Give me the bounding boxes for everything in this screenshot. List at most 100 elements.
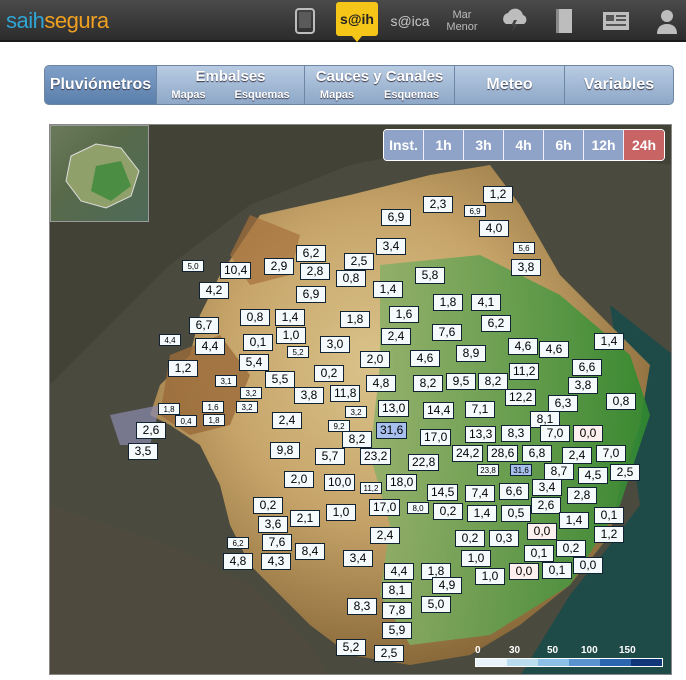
brand-logo[interactable]: saihsegura xyxy=(6,8,109,34)
station-value[interactable]: 3,5 xyxy=(128,443,158,460)
period-1h[interactable]: 1h xyxy=(424,130,464,160)
station-value[interactable]: 0,1 xyxy=(594,507,624,524)
station-value[interactable]: 2,1 xyxy=(290,510,320,527)
station-value[interactable]: 12,2 xyxy=(505,389,537,406)
station-value[interactable]: 5,7 xyxy=(315,448,345,465)
tab-pluviometros[interactable]: Pluviómetros xyxy=(45,66,157,104)
station-value[interactable]: 14,4 xyxy=(423,402,455,419)
station-value[interactable]: 6,2 xyxy=(227,537,249,549)
book-icon[interactable] xyxy=(552,4,576,38)
station-value[interactable]: 2,4 xyxy=(381,328,411,345)
station-value[interactable]: 2,0 xyxy=(360,351,390,368)
station-value[interactable]: 0,0 xyxy=(509,563,539,580)
station-value[interactable]: 4,1 xyxy=(471,294,501,311)
station-value[interactable]: 4,6 xyxy=(410,350,440,367)
station-value[interactable]: 4,6 xyxy=(539,341,569,358)
station-value[interactable]: 0,8 xyxy=(606,393,636,410)
station-value[interactable]: 0,2 xyxy=(314,365,344,382)
station-value[interactable]: 7,4 xyxy=(465,485,495,502)
station-value[interactable]: 4,6 xyxy=(508,338,538,355)
station-value[interactable]: 8,1 xyxy=(382,582,412,599)
station-value[interactable]: 8,2 xyxy=(342,431,372,448)
station-value[interactable]: 2,8 xyxy=(567,487,597,504)
station-value[interactable]: 0,2 xyxy=(455,530,485,547)
station-value[interactable]: 3,6 xyxy=(258,516,288,533)
station-value[interactable]: 3,0 xyxy=(320,336,350,353)
station-value[interactable]: 3,2 xyxy=(236,401,258,413)
station-value[interactable]: 7,1 xyxy=(465,401,495,418)
station-value[interactable]: 31,6 xyxy=(376,422,408,439)
station-value[interactable]: 5,8 xyxy=(415,267,445,284)
station-value[interactable]: 6,2 xyxy=(481,315,511,332)
station-value[interactable]: 8,0 xyxy=(407,502,429,514)
station-value[interactable]: 1,4 xyxy=(594,333,624,350)
station-value[interactable]: 3,2 xyxy=(345,406,367,418)
station-value[interactable]: 8,3 xyxy=(347,598,377,615)
station-value[interactable]: 8,2 xyxy=(413,375,443,392)
station-value[interactable]: 9,8 xyxy=(270,442,300,459)
rainfall-map[interactable]: Inst. 1h 3h 4h 6h 12h 24h 1,2 2,3 6,9 6,9 4,… xyxy=(49,124,672,675)
station-value[interactable]: 3,8 xyxy=(294,387,324,404)
station-value[interactable]: 0,3 xyxy=(489,530,519,547)
station-value[interactable]: 6,2 xyxy=(296,245,326,262)
station-value[interactable]: 6,6 xyxy=(572,359,602,376)
station-value[interactable]: 5,6 xyxy=(513,242,535,254)
tab-embalses[interactable]: Embalses Mapas Esquemas xyxy=(157,66,305,104)
station-value[interactable]: 4,3 xyxy=(261,553,291,570)
station-value[interactable]: 4,4 xyxy=(159,334,181,346)
station-value[interactable]: 0,2 xyxy=(556,540,586,557)
station-value[interactable]: 1,8 xyxy=(158,403,180,415)
station-value[interactable]: 1,8 xyxy=(203,414,225,426)
station-value[interactable]: 6,3 xyxy=(548,395,578,412)
station-value[interactable]: 5,4 xyxy=(239,354,269,371)
mar-menor-button[interactable]: Mar Menor xyxy=(442,4,482,38)
station-value[interactable]: 1,4 xyxy=(373,281,403,298)
station-value[interactable]: 0,0 xyxy=(573,425,603,442)
cauces-mapas-link[interactable]: Mapas xyxy=(320,89,354,101)
period-6h[interactable]: 6h xyxy=(544,130,584,160)
station-value[interactable]: 1,0 xyxy=(276,327,306,344)
station-value[interactable]: 5,5 xyxy=(265,371,295,388)
station-value[interactable]: 11,2 xyxy=(509,363,540,380)
station-value[interactable]: 1,4 xyxy=(275,309,305,326)
station-value[interactable]: 3,1 xyxy=(215,375,237,387)
station-value[interactable]: 5,9 xyxy=(382,622,412,639)
station-value[interactable]: 17,0 xyxy=(369,499,401,516)
station-value[interactable]: 6,6 xyxy=(499,483,529,500)
station-value[interactable]: 17,0 xyxy=(420,429,452,446)
station-value[interactable]: 0,1 xyxy=(243,334,273,351)
station-value[interactable]: 0,2 xyxy=(433,503,463,520)
station-value[interactable]: 10,0 xyxy=(324,474,356,491)
station-value[interactable]: 4,4 xyxy=(384,563,414,580)
station-value[interactable]: 2,5 xyxy=(610,464,640,481)
station-value[interactable]: 4,8 xyxy=(366,375,396,392)
station-value[interactable]: 24,2 xyxy=(452,445,484,462)
sica-button[interactable]: s@ica xyxy=(390,4,430,38)
station-value[interactable]: 0,2 xyxy=(253,497,283,514)
rain-cloud-icon[interactable] xyxy=(498,4,532,38)
station-value[interactable]: 1,2 xyxy=(483,186,513,203)
station-value[interactable]: 6,9 xyxy=(464,205,486,217)
station-value[interactable]: 0,0 xyxy=(573,557,603,574)
station-value[interactable]: 0,0 xyxy=(527,523,557,540)
station-value[interactable]: 0,4 xyxy=(175,415,197,427)
station-value[interactable]: 14,5 xyxy=(427,484,459,501)
period-4h[interactable]: 4h xyxy=(504,130,544,160)
station-value[interactable]: 2,5 xyxy=(344,253,374,270)
tab-meteo[interactable]: Meteo xyxy=(455,66,565,104)
station-value[interactable]: 7,6 xyxy=(432,324,462,341)
cauces-esquemas-link[interactable]: Esquemas xyxy=(384,89,439,101)
station-value[interactable]: 8,9 xyxy=(456,345,486,362)
station-value[interactable]: 2,6 xyxy=(136,422,166,439)
station-value[interactable]: 2,4 xyxy=(272,412,302,429)
station-value[interactable]: 5,2 xyxy=(287,346,309,358)
station-value[interactable]: 2,9 xyxy=(264,258,294,275)
station-value[interactable]: 0,1 xyxy=(524,545,554,562)
station-value[interactable]: 0,5 xyxy=(501,505,531,522)
station-value[interactable]: 4,2 xyxy=(199,282,229,299)
station-value[interactable]: 7,0 xyxy=(596,445,626,462)
station-value[interactable]: 2,5 xyxy=(374,645,404,662)
station-value[interactable]: 3,8 xyxy=(511,259,541,276)
station-value[interactable]: 6,9 xyxy=(296,286,326,303)
station-value[interactable]: 1,8 xyxy=(340,311,370,328)
